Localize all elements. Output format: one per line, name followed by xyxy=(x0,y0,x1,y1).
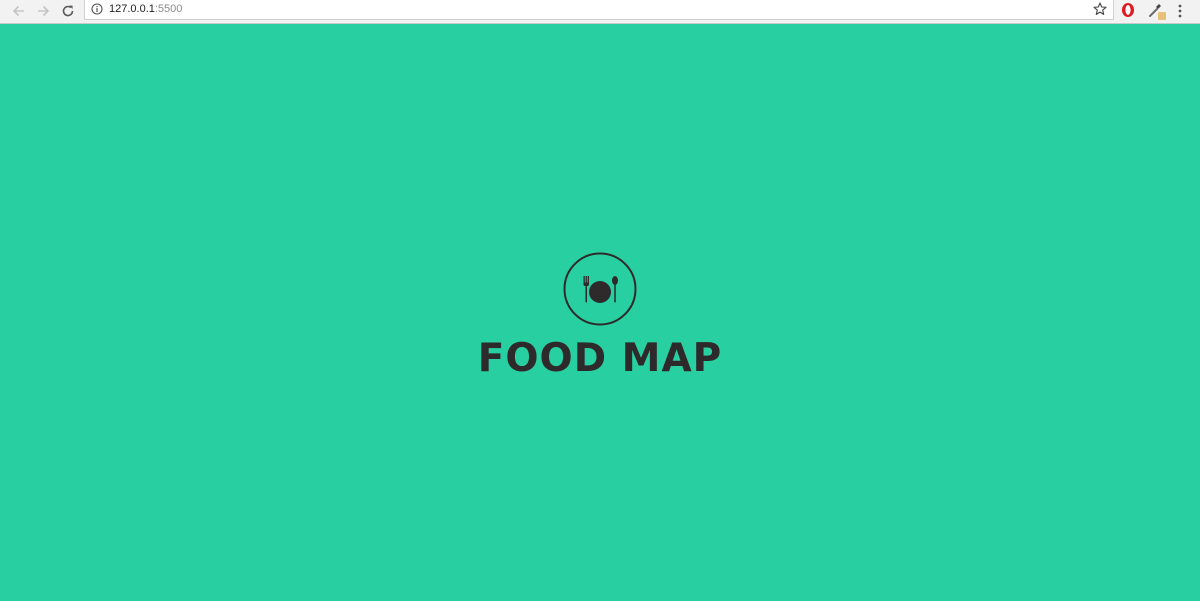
forward-button[interactable] xyxy=(32,1,54,21)
url-text[interactable]: 127.0.0.1:5500 xyxy=(109,2,182,16)
arrow-left-icon xyxy=(12,5,24,17)
address-bar[interactable]: 127.0.0.1:5500 xyxy=(84,0,1114,20)
page-viewport: FOOD MAP xyxy=(0,24,1200,601)
info-icon[interactable] xyxy=(91,3,103,15)
url-port: :5500 xyxy=(154,3,183,15)
reload-icon xyxy=(62,5,74,17)
plate-fork-spoon-icon xyxy=(563,252,637,326)
arrow-right-icon xyxy=(38,5,50,17)
url-host: 127.0.0.1 xyxy=(109,3,155,15)
star-icon[interactable] xyxy=(1093,2,1107,16)
back-button[interactable] xyxy=(8,1,30,21)
brand-title: FOOD MAP xyxy=(477,336,723,381)
opera-icon[interactable] xyxy=(1120,2,1136,18)
browser-window: 127.0.0.1:5500 FOOD MAP xyxy=(0,0,1200,601)
reload-button[interactable] xyxy=(57,1,79,21)
kebab-menu-icon[interactable] xyxy=(1174,3,1186,19)
color-picker-icon[interactable] xyxy=(1146,2,1168,22)
browser-toolbar: 127.0.0.1:5500 xyxy=(0,0,1200,24)
